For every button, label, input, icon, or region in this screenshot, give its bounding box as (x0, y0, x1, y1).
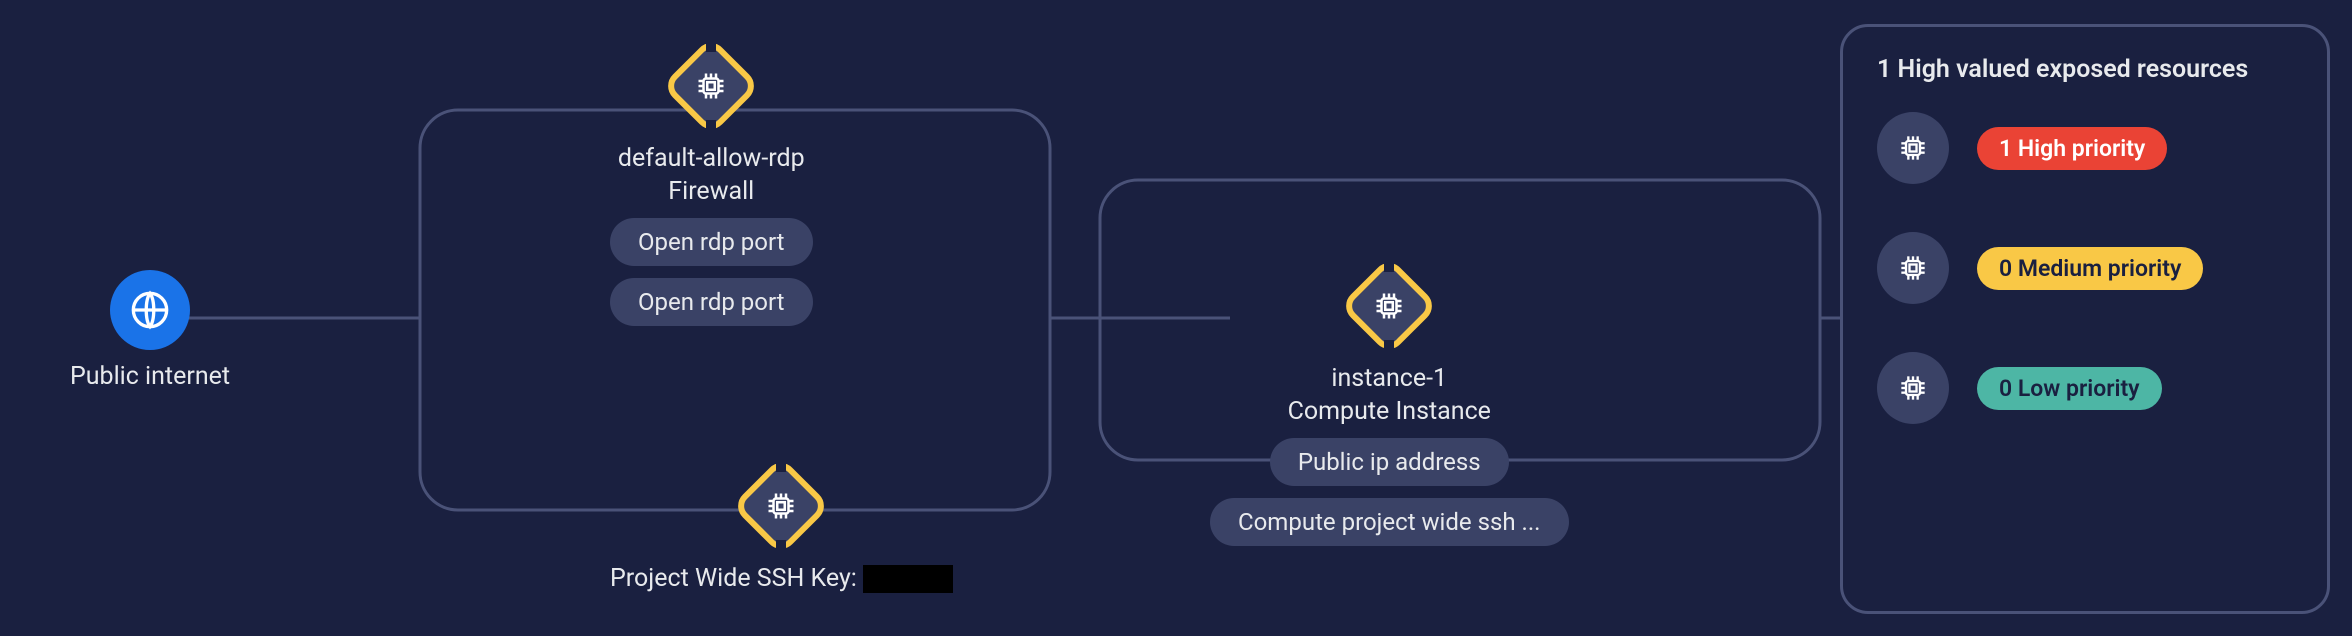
node-public-internet[interactable]: Public internet (70, 270, 230, 391)
badge-high-priority: 1 High priority (1977, 127, 2167, 170)
node-label: Public internet (70, 362, 230, 391)
ssh-key-prefix: Project Wide SSH Key: (610, 564, 857, 593)
priority-row-medium[interactable]: 0 Medium priority (1877, 232, 2293, 304)
badge-low-priority: 0 Low priority (1977, 367, 2162, 410)
node-title: instance-1 (1331, 364, 1447, 393)
node-ssh-key[interactable]: Project Wide SSH Key: (610, 460, 953, 593)
chip-icon (1877, 232, 1949, 304)
node-title: Project Wide SSH Key: (610, 564, 953, 593)
chip-icon (735, 460, 827, 552)
chip-icon (1877, 112, 1949, 184)
exposed-resources-panel: 1 High valued exposed resources 1 High p… (1840, 24, 2330, 614)
priority-row-high[interactable]: 1 High priority (1877, 112, 2293, 184)
node-firewall[interactable]: default-allow-rdp Firewall Open rdp port… (610, 40, 813, 326)
node-title: default-allow-rdp (618, 144, 805, 173)
node-subtitle: Firewall (668, 177, 754, 206)
pill-open-rdp-2[interactable]: Open rdp port (610, 278, 813, 326)
chip-icon (665, 40, 757, 132)
chip-icon (1343, 260, 1435, 352)
priority-row-low[interactable]: 0 Low priority (1877, 352, 2293, 424)
redacted-value (863, 565, 953, 593)
pill-compute-ssh[interactable]: Compute project wide ssh ... (1210, 498, 1569, 546)
panel-title: 1 High valued exposed resources (1877, 55, 2293, 84)
pill-public-ip[interactable]: Public ip address (1270, 438, 1509, 486)
globe-icon (110, 270, 190, 350)
badge-medium-priority: 0 Medium priority (1977, 247, 2203, 290)
pill-open-rdp-1[interactable]: Open rdp port (610, 218, 813, 266)
node-subtitle: Compute Instance (1288, 397, 1491, 426)
chip-icon (1877, 352, 1949, 424)
node-instance[interactable]: instance-1 Compute Instance Public ip ad… (1210, 260, 1569, 546)
